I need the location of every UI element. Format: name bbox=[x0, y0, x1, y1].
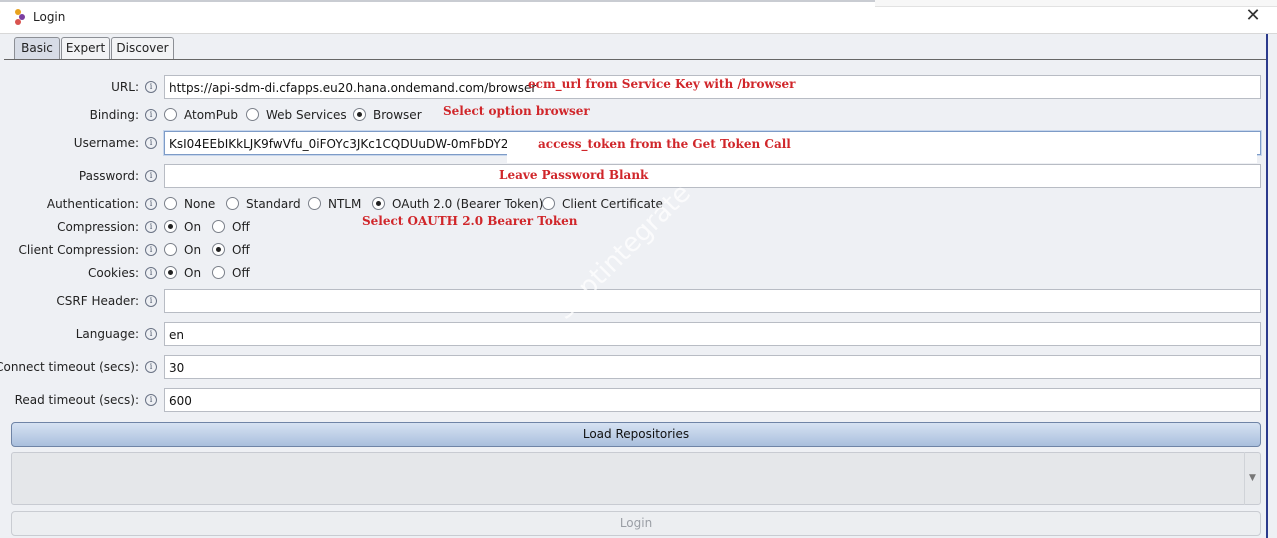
tab-basic[interactable]: Basic bbox=[14, 37, 60, 59]
auth-client-certificate-radio[interactable] bbox=[542, 197, 555, 210]
compression-label: Compression: bbox=[57, 220, 139, 234]
password-field[interactable] bbox=[164, 164, 1261, 188]
window-title: Login bbox=[33, 10, 66, 24]
annotation-password: Leave Password Blank bbox=[499, 168, 649, 182]
cookies-on-label[interactable]: On bbox=[184, 266, 201, 280]
auth-none-radio[interactable] bbox=[164, 197, 177, 210]
tab-expert[interactable]: Expert bbox=[61, 37, 110, 59]
language-info-icon[interactable]: i bbox=[145, 328, 157, 340]
csrf-header-label: CSRF Header: bbox=[56, 294, 139, 308]
binding-atompub-radio[interactable] bbox=[164, 108, 177, 121]
tab-discover[interactable]: Discover bbox=[111, 37, 174, 59]
language-label: Language: bbox=[75, 327, 139, 341]
auth-standard-radio[interactable] bbox=[226, 197, 239, 210]
language-value: en bbox=[169, 328, 184, 342]
annotation-username: access_token from the Get Token Call bbox=[538, 137, 791, 151]
compression-on-label[interactable]: On bbox=[184, 220, 201, 234]
client-compression-off-label[interactable]: Off bbox=[232, 243, 250, 257]
binding-label: Binding: bbox=[89, 108, 139, 122]
read-timeout-value: 600 bbox=[169, 394, 192, 408]
compression-off-radio[interactable] bbox=[212, 220, 225, 233]
authentication-info-icon[interactable]: i bbox=[145, 198, 157, 210]
top-border bbox=[0, 0, 875, 2]
client-compression-on-label[interactable]: On bbox=[184, 243, 201, 257]
cookies-info-icon[interactable]: i bbox=[145, 267, 157, 279]
repository-list[interactable] bbox=[11, 452, 1261, 505]
binding-browser-label[interactable]: Browser bbox=[373, 108, 422, 122]
auth-standard-label[interactable]: Standard bbox=[246, 197, 301, 211]
app-logo-icon bbox=[15, 9, 25, 25]
csrf-header-info-icon[interactable]: i bbox=[145, 295, 157, 307]
connect-timeout-info-icon[interactable]: i bbox=[145, 361, 157, 373]
username-info-icon[interactable]: i bbox=[145, 137, 157, 149]
url-label: URL: bbox=[111, 80, 139, 94]
read-timeout-label: Read timeout (secs): bbox=[14, 393, 139, 407]
binding-webservices-label[interactable]: Web Services bbox=[266, 108, 347, 122]
background-window-edge bbox=[875, 0, 1277, 7]
csrf-header-field[interactable] bbox=[164, 289, 1261, 313]
username-value: KsI04EEbIKkLJK9fwVfu_0iFOYc3JKc1CQDUuDW-… bbox=[169, 137, 509, 151]
annotation-url: ecm_url from Service Key with /browser bbox=[528, 77, 796, 91]
dropdown-arrow-icon[interactable]: ▼ bbox=[1244, 452, 1260, 505]
binding-webservices-radio[interactable] bbox=[246, 108, 259, 121]
login-button[interactable]: Login bbox=[11, 511, 1261, 536]
connect-timeout-value: 30 bbox=[169, 361, 185, 375]
window-right-border bbox=[1266, 34, 1268, 538]
username-label: Username: bbox=[73, 136, 139, 150]
authentication-label: Authentication: bbox=[46, 197, 139, 211]
close-icon[interactable]: ✕ bbox=[1243, 6, 1263, 26]
annotation-auth: Select OAUTH 2.0 Bearer Token bbox=[362, 214, 578, 228]
client-compression-on-radio[interactable] bbox=[164, 243, 177, 256]
auth-ntlm-radio[interactable] bbox=[308, 197, 321, 210]
binding-info-icon[interactable]: i bbox=[145, 109, 157, 121]
client-compression-off-radio[interactable] bbox=[212, 243, 225, 256]
url-info-icon[interactable]: i bbox=[145, 81, 157, 93]
tab-divider bbox=[4, 59, 1266, 60]
language-field[interactable]: en bbox=[164, 322, 1261, 346]
cookies-label: Cookies: bbox=[87, 266, 139, 280]
password-label: Password: bbox=[78, 169, 139, 183]
cookies-on-radio[interactable] bbox=[164, 266, 177, 279]
read-timeout-info-icon[interactable]: i bbox=[145, 394, 157, 406]
binding-atompub-label[interactable]: AtomPub bbox=[184, 108, 238, 122]
auth-ntlm-label[interactable]: NTLM bbox=[328, 197, 361, 211]
auth-oauth-radio[interactable] bbox=[372, 197, 385, 210]
client-compression-label: Client Compression: bbox=[18, 243, 139, 257]
compression-on-radio[interactable] bbox=[164, 220, 177, 233]
cookies-off-radio[interactable] bbox=[212, 266, 225, 279]
cookies-off-label[interactable]: Off bbox=[232, 266, 250, 280]
client-compression-info-icon[interactable]: i bbox=[145, 244, 157, 256]
annotation-binding: Select option browser bbox=[443, 104, 590, 118]
auth-none-label[interactable]: None bbox=[184, 197, 215, 211]
url-value: https://api-sdm-di.cfapps.eu20.hana.onde… bbox=[169, 81, 537, 95]
connect-timeout-field[interactable]: 30 bbox=[164, 355, 1261, 379]
window-titlebar: Login ✕ bbox=[0, 0, 1277, 34]
compression-off-label[interactable]: Off bbox=[232, 220, 250, 234]
tab-strip: Basic Expert Discover bbox=[0, 34, 1267, 60]
binding-browser-radio[interactable] bbox=[353, 108, 366, 121]
auth-oauth-label[interactable]: OAuth 2.0 (Bearer Token) bbox=[392, 197, 543, 211]
read-timeout-field[interactable]: 600 bbox=[164, 388, 1261, 412]
compression-info-icon[interactable]: i bbox=[145, 221, 157, 233]
load-repositories-button[interactable]: Load Repositories bbox=[11, 422, 1261, 447]
connect-timeout-label: Connect timeout (secs): bbox=[0, 360, 139, 374]
password-info-icon[interactable]: i bbox=[145, 170, 157, 182]
